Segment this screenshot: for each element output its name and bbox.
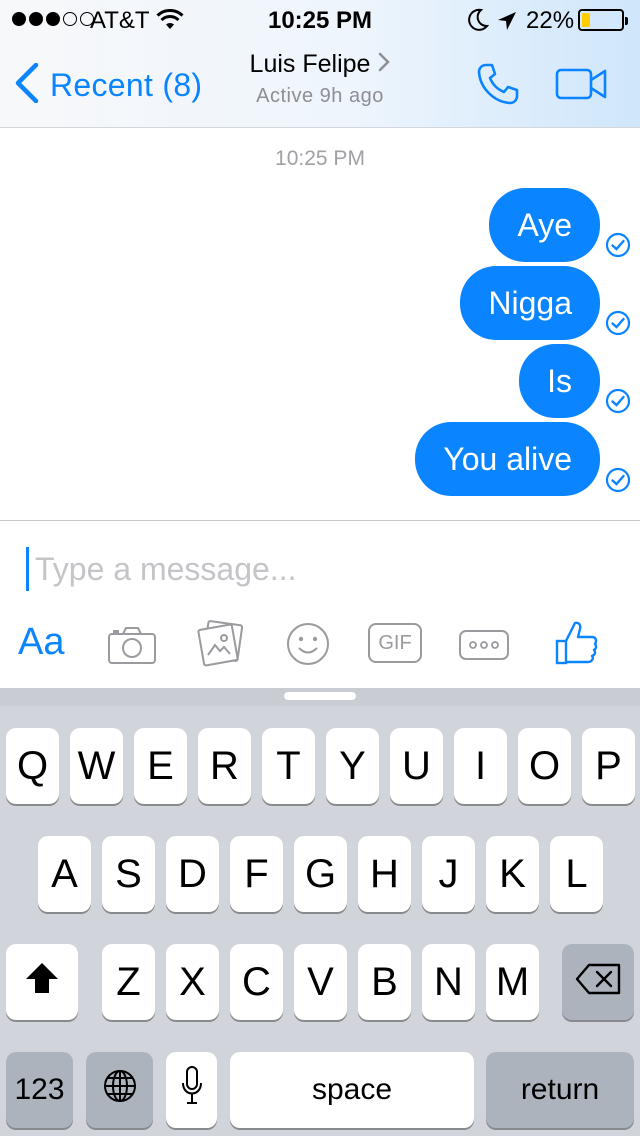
emoji-icon[interactable] (285, 621, 331, 672)
key-o[interactable]: O (518, 728, 571, 804)
contact-active-status: Active 9h ago (256, 85, 384, 107)
messenger-screen: { "status_bar": { "carrier": "AT&T", "ti… (0, 0, 640, 1136)
key-l[interactable]: L (550, 836, 603, 912)
shift-key[interactable] (6, 944, 78, 1020)
key-s[interactable]: S (102, 836, 155, 912)
key-f[interactable]: F (230, 836, 283, 912)
globe-icon (103, 1068, 137, 1113)
keyboard: Q W E R T Y U I O P A S D F G H J K L Z … (0, 688, 640, 1136)
key-t[interactable]: T (262, 728, 315, 804)
microphone-icon (180, 1065, 204, 1115)
key-q[interactable]: Q (6, 728, 59, 804)
video-camera-icon (554, 68, 610, 106)
battery-percent: 22% (526, 7, 575, 34)
key-m[interactable]: M (486, 944, 539, 1020)
battery-icon (578, 9, 628, 31)
phone-icon (474, 63, 522, 112)
text-format-button[interactable]: Aa (18, 621, 64, 664)
backspace-icon (575, 960, 621, 1005)
key-x[interactable]: X (166, 944, 219, 1020)
message-timestamp: 10:25 PM (275, 147, 365, 170)
message-bubble[interactable]: Aye (489, 188, 600, 262)
backspace-key[interactable] (562, 944, 634, 1020)
contact-name: Luis Felipe (249, 50, 371, 78)
video-call-button[interactable] (554, 66, 610, 107)
key-j[interactable]: J (422, 836, 475, 912)
navigation-header: AT&T 10:25 PM 22% Recent (8) Luis Felipe… (0, 0, 640, 128)
delivered-check-icon (605, 467, 631, 498)
delivered-check-icon (605, 310, 631, 341)
key-a[interactable]: A (38, 836, 91, 912)
key-h[interactable]: H (358, 836, 411, 912)
battery-level-fill (582, 13, 590, 27)
key-g[interactable]: G (294, 836, 347, 912)
numbers-key[interactable]: 123 (6, 1052, 73, 1128)
key-c[interactable]: C (230, 944, 283, 1020)
back-button[interactable]: Recent (8) (14, 60, 202, 110)
key-i[interactable]: I (454, 728, 507, 804)
message-thread[interactable]: 10:25 PM Aye Nigga Is You alive (0, 129, 640, 520)
key-n[interactable]: N (422, 944, 475, 1020)
message-bubble[interactable]: You alive (415, 422, 600, 496)
gif-label: GIF (378, 631, 412, 654)
voice-call-button[interactable] (474, 60, 522, 113)
contact-info[interactable]: Luis Felipe Active 9h ago (210, 50, 430, 108)
return-key[interactable]: return (486, 1052, 634, 1128)
key-k[interactable]: K (486, 836, 539, 912)
key-z[interactable]: Z (102, 944, 155, 1020)
key-r[interactable]: R (198, 728, 251, 804)
globe-key[interactable] (86, 1052, 153, 1128)
message-composer: Aa GIF (0, 520, 640, 688)
key-u[interactable]: U (390, 728, 443, 804)
back-button-label: Recent (8) (50, 66, 203, 103)
key-w[interactable]: W (70, 728, 123, 804)
thumbs-up-icon[interactable] (554, 619, 600, 672)
more-icon[interactable] (458, 629, 510, 666)
message-bubble[interactable]: Nigga (460, 266, 600, 340)
camera-icon[interactable] (106, 625, 158, 670)
key-p[interactable]: P (582, 728, 635, 804)
do-not-disturb-icon (467, 8, 490, 39)
message-input[interactable] (26, 547, 606, 591)
key-e[interactable]: E (134, 728, 187, 804)
delivered-check-icon (605, 388, 631, 419)
key-b[interactable]: B (358, 944, 411, 1020)
keyboard-drag-handle[interactable] (284, 692, 356, 700)
location-icon (496, 10, 518, 39)
shift-arrow-icon (24, 960, 60, 1005)
delivered-check-icon (605, 232, 631, 263)
status-bar: AT&T 10:25 PM 22% (0, 0, 640, 40)
photo-library-icon[interactable] (196, 619, 246, 672)
key-d[interactable]: D (166, 836, 219, 912)
chevron-right-icon (378, 50, 391, 79)
gif-button[interactable]: GIF (368, 623, 422, 663)
space-key[interactable]: space (230, 1052, 474, 1128)
key-v[interactable]: V (294, 944, 347, 1020)
message-bubble[interactable]: Is (519, 344, 600, 418)
microphone-key[interactable] (166, 1052, 217, 1128)
chevron-left-icon (14, 62, 40, 108)
key-y[interactable]: Y (326, 728, 379, 804)
